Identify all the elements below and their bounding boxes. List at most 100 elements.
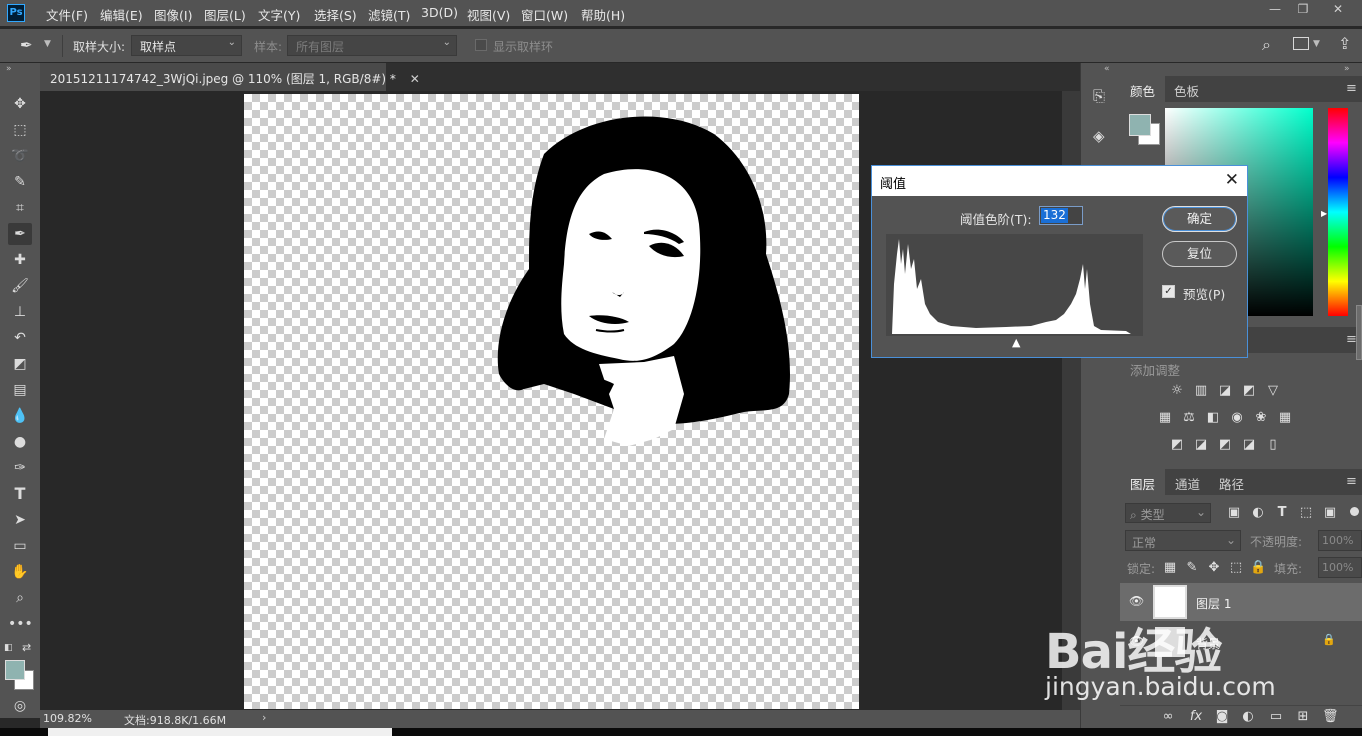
preview-checkbox[interactable]: ✓ <box>1162 285 1175 298</box>
close-window-icon[interactable]: ✕ <box>1326 2 1350 18</box>
ok-button[interactable]: 确定 <box>1162 206 1237 232</box>
selective-color-icon[interactable]: ◪ <box>1241 438 1257 452</box>
opacity-input[interactable]: 100% <box>1318 530 1362 551</box>
collapse-icon[interactable]: » <box>6 64 12 74</box>
filter-smart-object-icon[interactable]: ▣ <box>1322 506 1338 520</box>
menu-window[interactable]: 窗口(W) <box>521 5 568 24</box>
hand-tool-icon[interactable]: ✋ <box>8 561 32 583</box>
menu-file[interactable]: 文件(F) <box>46 5 88 24</box>
invert-icon[interactable]: ◩ <box>1169 438 1185 452</box>
channel-mixer-icon[interactable]: ❀ <box>1253 411 1269 425</box>
menu-edit[interactable]: 编辑(E) <box>100 5 143 24</box>
delete-layer-icon[interactable]: 🗑 <box>1322 710 1339 724</box>
dialog-titlebar[interactable]: 阈值 ✕ <box>872 166 1247 196</box>
more-tools-icon[interactable]: ••• <box>8 613 33 635</box>
threshold-slider-handle[interactable]: ▲ <box>1012 336 1020 349</box>
dodge-tool-icon[interactable]: ● <box>8 431 32 453</box>
gradient-map-icon[interactable]: ▯ <box>1265 438 1281 452</box>
add-mask-icon[interactable]: ◙ <box>1214 710 1230 724</box>
lock-all-icon[interactable]: 🔒 <box>1250 561 1266 575</box>
type-tool-icon[interactable]: T <box>8 483 32 505</box>
foreground-color-swatch[interactable] <box>5 660 25 680</box>
close-icon[interactable]: ✕ <box>1225 170 1239 190</box>
chevron-right-icon[interactable]: › <box>262 711 266 724</box>
lock-artboard-icon[interactable]: ⬚ <box>1228 561 1244 575</box>
lock-transparent-icon[interactable]: ▦ <box>1162 561 1178 575</box>
menu-type[interactable]: 文字(Y) <box>258 5 300 24</box>
curves-icon[interactable]: ◪ <box>1217 384 1233 398</box>
swap-colors-icon[interactable]: ⇄ <box>22 641 31 654</box>
eyedropper-preset-icon[interactable]: ✒ <box>20 36 33 54</box>
histogram[interactable] <box>886 234 1143 336</box>
tab-layers[interactable]: 图层 <box>1120 469 1166 495</box>
reset-button[interactable]: 复位 <box>1162 241 1237 267</box>
hue-slider-handle[interactable]: ▶ <box>1321 209 1327 218</box>
foreground-color-swatch[interactable] <box>1129 114 1151 136</box>
new-layer-icon[interactable]: ⊞ <box>1295 710 1311 724</box>
document-image[interactable] <box>244 94 859 709</box>
quick-selection-tool-icon[interactable]: ✎ <box>8 171 32 193</box>
black-white-icon[interactable]: ◧ <box>1205 411 1221 425</box>
document-tab[interactable]: 20151211174742_3WjQi.jpeg @ 110% (图层 1, … <box>40 63 420 91</box>
lock-pixels-icon[interactable]: ✎ <box>1184 561 1200 575</box>
color-lookup-icon[interactable]: ▦ <box>1277 411 1293 425</box>
default-colors-icon[interactable]: ◧ <box>4 643 13 653</box>
brush-tool-icon[interactable]: 🖌 <box>8 275 32 297</box>
marquee-tool-icon[interactable]: ⬚ <box>8 119 32 141</box>
menu-filter[interactable]: 滤镜(T) <box>368 5 410 24</box>
eye-icon[interactable]: 👁 <box>1129 594 1144 608</box>
sample-size-select[interactable]: 取样点 ⌄ <box>131 35 242 56</box>
zoom-tool-icon[interactable]: ⌕ <box>8 587 32 609</box>
crop-tool-icon[interactable]: ⌗ <box>8 197 32 219</box>
chevron-down-icon[interactable]: ▼ <box>1313 39 1320 49</box>
clone-stamp-tool-icon[interactable]: ⊥ <box>8 301 32 323</box>
tab-channels[interactable]: 通道 <box>1165 469 1210 495</box>
lock-position-icon[interactable]: ✥ <box>1206 561 1222 575</box>
new-adjustment-icon[interactable]: ◐ <box>1240 710 1256 724</box>
rectangle-tool-icon[interactable]: ▭ <box>8 535 32 557</box>
threshold-icon[interactable]: ◩ <box>1217 438 1233 452</box>
quick-mask-icon[interactable]: ◎ <box>8 695 32 717</box>
collapse-icon[interactable]: » <box>1344 64 1350 74</box>
filter-adjustment-icon[interactable]: ◐ <box>1250 506 1266 520</box>
exposure-icon[interactable]: ◩ <box>1241 384 1257 398</box>
menu-image[interactable]: 图像(I) <box>154 5 192 24</box>
menu-view[interactable]: 视图(V) <box>467 5 510 24</box>
menu-help[interactable]: 帮助(H) <box>581 5 625 24</box>
history-panel-icon[interactable]: ⎘ <box>1093 87 1105 105</box>
filter-pixel-icon[interactable]: ▣ <box>1226 506 1242 520</box>
filter-toggle[interactable] <box>1350 507 1359 516</box>
filter-shape-icon[interactable]: ⬚ <box>1298 506 1314 520</box>
photo-filter-icon[interactable]: ◉ <box>1229 411 1245 425</box>
link-layers-icon[interactable]: ∞ <box>1160 710 1176 724</box>
color-balance-icon[interactable]: ⚖ <box>1181 411 1197 425</box>
share-icon[interactable]: ⇪ <box>1338 34 1351 53</box>
close-tab-icon[interactable]: ✕ <box>410 72 420 86</box>
threshold-level-input[interactable]: 132 <box>1039 206 1083 225</box>
move-tool-icon[interactable]: ✥ <box>8 93 32 115</box>
blur-tool-icon[interactable]: 💧 <box>8 405 32 427</box>
levels-icon[interactable]: ▥ <box>1193 384 1209 398</box>
brightness-contrast-icon[interactable]: ☼ <box>1169 384 1185 398</box>
blend-mode-select[interactable]: 正常 ⌄ <box>1125 530 1241 551</box>
3d-panel-icon[interactable]: ◈ <box>1093 127 1105 145</box>
fx-icon[interactable]: fx <box>1188 710 1204 724</box>
posterize-icon[interactable]: ◪ <box>1193 438 1209 452</box>
panel-menu-icon[interactable]: ≡ <box>1346 81 1357 96</box>
collapse-icon[interactable]: « <box>1104 64 1110 74</box>
layer-name[interactable]: 图层 1 <box>1196 595 1231 612</box>
history-brush-tool-icon[interactable]: ↶ <box>8 327 32 349</box>
lasso-tool-icon[interactable]: ➰ <box>8 145 32 167</box>
vibrance-icon[interactable]: ▽ <box>1265 384 1281 398</box>
tab-paths[interactable]: 路径 <box>1209 469 1254 495</box>
healing-brush-tool-icon[interactable]: ✚ <box>8 249 32 271</box>
sample-select[interactable]: 所有图层 ⌄ <box>287 35 457 56</box>
minimize-icon[interactable]: — <box>1263 2 1287 18</box>
chevron-down-icon[interactable]: ▼ <box>44 39 51 49</box>
menu-select[interactable]: 选择(S) <box>314 5 357 24</box>
eraser-tool-icon[interactable]: ◩ <box>8 353 32 375</box>
restore-icon[interactable]: ❐ <box>1291 2 1315 18</box>
gradient-tool-icon[interactable]: ▤ <box>8 379 32 401</box>
search-icon[interactable]: ⌕ <box>1262 35 1271 55</box>
tab-color[interactable]: 颜色 <box>1120 76 1166 102</box>
